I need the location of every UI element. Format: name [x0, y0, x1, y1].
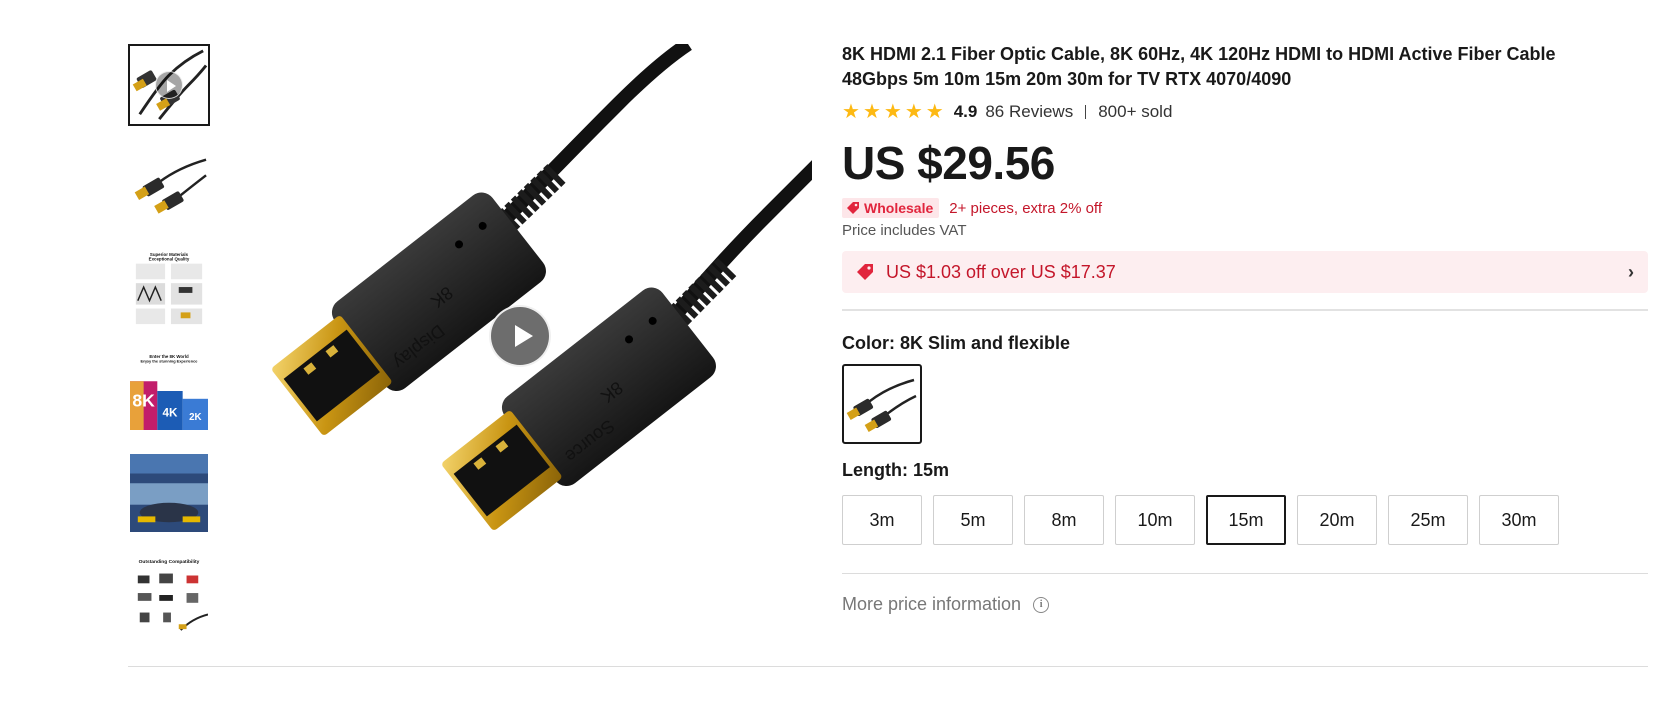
length-option-20m[interactable]: 20m	[1297, 495, 1377, 545]
page-divider	[128, 666, 1648, 667]
length-option-30m[interactable]: 30m	[1479, 495, 1559, 545]
length-option-25m[interactable]: 25m	[1388, 495, 1468, 545]
length-option-15m[interactable]: 15m	[1206, 495, 1286, 545]
thumbnail-gallery: Superior Materials Exceptional Quality E…	[128, 44, 210, 656]
color-option-8k-slim[interactable]	[842, 364, 922, 444]
thumbnail-cable-pair[interactable]	[128, 146, 210, 228]
tag-icon	[847, 202, 859, 214]
length-option-10m[interactable]: 10m	[1115, 495, 1195, 545]
wholesale-badge-label: Wholesale	[864, 200, 934, 216]
coupon-text: US $1.03 off over US $17.37	[886, 261, 1116, 282]
rating-score: 4.9	[953, 102, 978, 121]
more-price-label: More price information	[842, 594, 1022, 614]
divider	[1085, 105, 1087, 119]
product-title: 8K HDMI 2.1 Fiber Optic Cable, 8K 60Hz, …	[842, 44, 1556, 89]
svg-text:2K: 2K	[189, 412, 201, 423]
main-product-image[interactable]: 8K Display 8K Source	[258, 44, 812, 598]
play-icon	[155, 71, 183, 99]
star-icon: ★	[862, 101, 881, 123]
thumbnail-video[interactable]	[128, 44, 210, 126]
svg-text:8K: 8K	[132, 391, 155, 411]
thumbnail-materials[interactable]: Superior Materials Exceptional Quality	[128, 248, 210, 330]
reviews-link[interactable]: 86 Reviews	[985, 102, 1073, 122]
star-icon: ★	[904, 101, 923, 123]
thumbnail-8k-world[interactable]: Enter the 8K World Enjoy the stunning Ex…	[128, 350, 210, 432]
color-label: Color: 8K Slim and flexible	[842, 333, 1071, 353]
vat-note: Price includes VAT	[842, 222, 967, 239]
chevron-right-icon[interactable]: ›	[1628, 262, 1634, 283]
length-options: 3m 5m 8m 10m 15m 20m 25m 30m	[842, 495, 1648, 545]
length-option-3m[interactable]: 3m	[842, 495, 922, 545]
section-divider	[842, 309, 1648, 311]
svg-text:Exceptional Quality: Exceptional Quality	[149, 257, 190, 262]
length-option-5m[interactable]: 5m	[933, 495, 1013, 545]
wholesale-row: Wholesale 2+ pieces, extra 2% off	[842, 198, 1648, 218]
svg-text:4K: 4K	[162, 406, 178, 419]
info-icon[interactable]: i	[1033, 596, 1050, 613]
wholesale-offer: 2+ pieces, extra 2% off	[949, 199, 1102, 217]
sold-count: 800+ sold	[1098, 102, 1173, 121]
rating-stars: ★ ★ ★ ★ ★	[842, 102, 944, 122]
svg-text:Enjoy the stunning Experience: Enjoy the stunning Experience	[141, 359, 199, 364]
length-option-8m[interactable]: 8m	[1024, 495, 1104, 545]
thumbnail-compatibility[interactable]: Outstanding Compatibility	[128, 554, 210, 636]
wholesale-badge: Wholesale	[842, 198, 940, 218]
star-icon: ★	[925, 101, 944, 123]
thumbnail-hdr[interactable]	[128, 452, 210, 534]
star-icon: ★	[842, 101, 860, 123]
more-price-info[interactable]: More price information i	[842, 573, 1648, 615]
tag-icon	[857, 264, 873, 280]
price: US $29.56	[842, 137, 1055, 189]
length-label: Length: 15m	[842, 460, 950, 480]
product-info: 8K HDMI 2.1 Fiber Optic Cable, 8K 60Hz, …	[842, 42, 1648, 615]
video-play-icon[interactable]	[489, 305, 551, 367]
svg-text:Outstanding Compatibility: Outstanding Compatibility	[139, 559, 200, 565]
star-icon: ★	[883, 101, 902, 123]
rating-row: ★ ★ ★ ★ ★ 4.9 86 Reviews 800+ sold	[842, 100, 1648, 124]
coupon-banner[interactable]: US $1.03 off over US $17.37 ›	[842, 251, 1648, 293]
